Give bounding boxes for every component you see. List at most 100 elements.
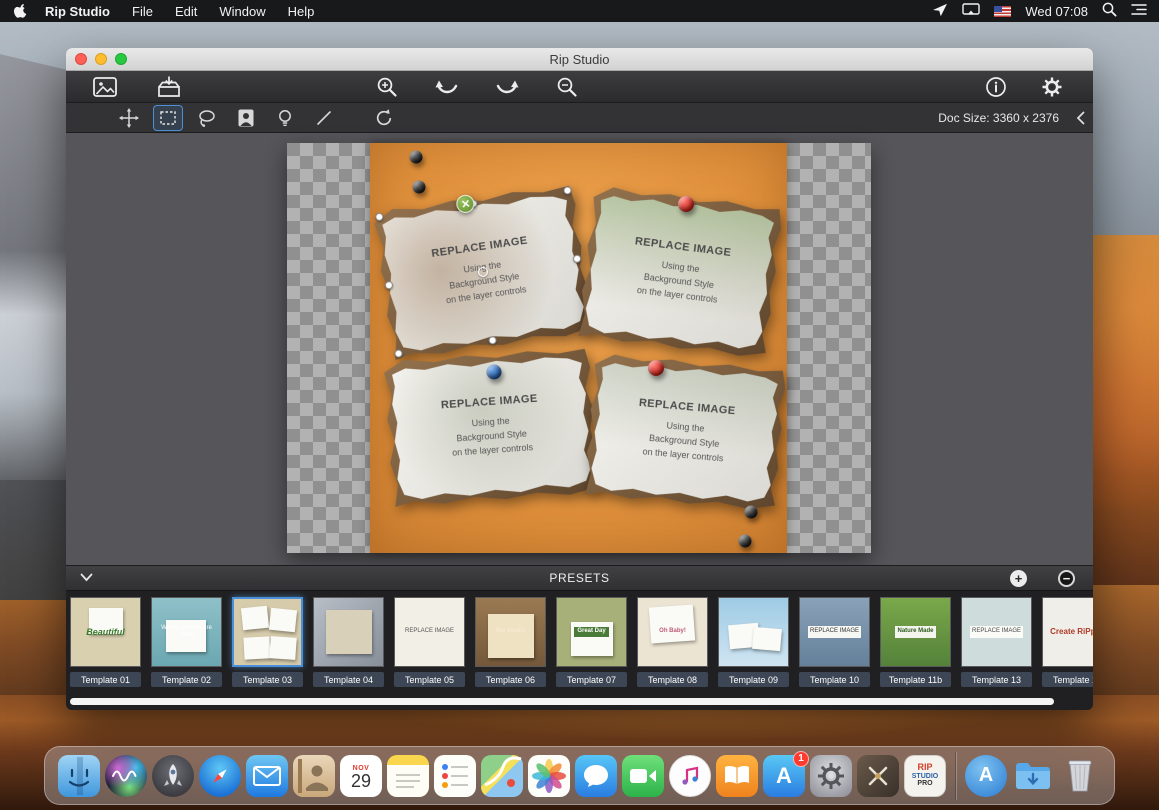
- location-arrow-icon[interactable]: [932, 3, 948, 20]
- settings-gear-icon[interactable]: [1035, 73, 1069, 101]
- template-item-13[interactable]: REPLACE IMAGE Template 13: [961, 597, 1032, 687]
- template-thumbnail[interactable]: Great Day: [556, 597, 627, 667]
- siri-icon[interactable]: [105, 755, 147, 797]
- info-icon[interactable]: [979, 73, 1013, 101]
- line-tool-icon[interactable]: [309, 105, 339, 131]
- facetime-icon[interactable]: [622, 755, 664, 797]
- zoom-in-icon[interactable]: [370, 73, 404, 101]
- photo-card-2[interactable]: REPLACE IMAGE Using the Background Style…: [583, 192, 777, 353]
- template-item-07[interactable]: Great Day Template 07: [556, 597, 627, 687]
- menubar-clock[interactable]: Wed 07:08: [1025, 4, 1088, 19]
- rip-label-3: PRO: [917, 780, 932, 787]
- window-titlebar[interactable]: Rip Studio: [66, 48, 1093, 71]
- template-item-04[interactable]: Template 04: [313, 597, 384, 687]
- messages-icon[interactable]: [575, 755, 617, 797]
- zoom-out-icon[interactable]: [550, 73, 584, 101]
- red-pin[interactable]: [678, 196, 694, 212]
- template-item-11b[interactable]: Nature Made Template 11b: [880, 597, 951, 687]
- launchpad-icon[interactable]: [152, 755, 194, 797]
- template-thumbnail[interactable]: Nature Made: [880, 597, 951, 667]
- template-item-14[interactable]: Create RiPped Template 14: [1042, 597, 1093, 687]
- notes-icon[interactable]: [387, 755, 429, 797]
- menu-window[interactable]: Window: [219, 4, 265, 19]
- template-item-06[interactable]: Rip Studio Template 06: [475, 597, 546, 687]
- black-pin[interactable]: [413, 181, 426, 194]
- safari-icon[interactable]: [199, 755, 241, 797]
- app-store-icon[interactable]: A 1: [763, 755, 805, 797]
- template-thumbnail[interactable]: REPLACE IMAGE: [394, 597, 465, 667]
- template-thumbnail[interactable]: Oh Baby!: [637, 597, 708, 667]
- template-thumbnail[interactable]: Create RiPped: [1042, 597, 1093, 667]
- template-thumbnail[interactable]: [313, 597, 384, 667]
- torn-paper[interactable]: REPLACE IMAGE Using the Background Style…: [583, 192, 777, 353]
- rotate-tool-icon[interactable]: [369, 105, 399, 131]
- template-thumbnail[interactable]: [718, 597, 789, 667]
- downloads-folder-icon[interactable]: [1012, 755, 1054, 797]
- black-pin[interactable]: [739, 535, 752, 548]
- apple-menu-icon[interactable]: [14, 4, 27, 19]
- light-tool-icon[interactable]: [270, 105, 300, 131]
- remove-preset-button[interactable]: −: [1058, 570, 1075, 587]
- template-thumbnail[interactable]: [232, 597, 303, 667]
- system-preferences-icon[interactable]: [810, 755, 852, 797]
- books-icon[interactable]: [716, 755, 758, 797]
- photo-card-4[interactable]: REPLACE IMAGE Using the Background Style…: [590, 359, 781, 504]
- notification-center-icon[interactable]: [1131, 3, 1147, 19]
- template-item-08[interactable]: Oh Baby! Template 08: [637, 597, 708, 687]
- template-item-09[interactable]: Template 09: [718, 597, 789, 687]
- black-pin[interactable]: [410, 151, 423, 164]
- template-item-10[interactable]: REPLACE IMAGE Template 10: [799, 597, 870, 687]
- template-scrollbar-track[interactable]: [70, 698, 1086, 706]
- us-flag-icon[interactable]: [994, 6, 1011, 17]
- reminders-icon[interactable]: [434, 755, 476, 797]
- canvas-area[interactable]: REPLACE IMAGE Using the Background Style…: [66, 133, 1093, 565]
- mask-tool-icon[interactable]: [231, 105, 261, 131]
- menu-help[interactable]: Help: [288, 4, 315, 19]
- spotlight-search-icon[interactable]: [1102, 2, 1117, 20]
- add-preset-button[interactable]: +: [1010, 570, 1027, 587]
- finder-icon[interactable]: [58, 755, 100, 797]
- template-item-05[interactable]: REPLACE IMAGE Template 05: [394, 597, 465, 687]
- template-thumbnail[interactable]: REPLACE IMAGE: [961, 597, 1032, 667]
- rect-select-tool-icon[interactable]: [153, 105, 183, 131]
- template-thumbnail[interactable]: Where Dreams are Made: [151, 597, 222, 667]
- document[interactable]: REPLACE IMAGE Using the Background Style…: [287, 143, 871, 553]
- template-item-02[interactable]: Where Dreams are Made Template 02: [151, 597, 222, 687]
- maps-icon[interactable]: [481, 755, 523, 797]
- redo-icon[interactable]: [490, 73, 524, 101]
- red-pin[interactable]: [648, 360, 664, 376]
- photo-card-1-selected[interactable]: REPLACE IMAGE Using the Background Style…: [379, 190, 586, 353]
- move-tool-icon[interactable]: [114, 105, 144, 131]
- template-thumbnail[interactable]: Beautiful: [70, 597, 141, 667]
- template-thumbnail[interactable]: Rip Studio: [475, 597, 546, 667]
- import-icon[interactable]: [152, 73, 186, 101]
- template-strip: Beautiful Template 01 Where Dreams are M…: [66, 591, 1093, 710]
- display-mirroring-icon[interactable]: [962, 3, 980, 19]
- template-thumbnail[interactable]: REPLACE IMAGE: [799, 597, 870, 667]
- blue-pin[interactable]: [487, 365, 502, 380]
- calendar-icon[interactable]: NOV 29: [340, 755, 382, 797]
- thumb-text: REPLACE IMAGE: [970, 626, 1023, 637]
- menu-edit[interactable]: Edit: [175, 4, 197, 19]
- itunes-icon[interactable]: [669, 755, 711, 797]
- menubar-app-name[interactable]: Rip Studio: [45, 4, 110, 19]
- trash-icon[interactable]: [1059, 755, 1101, 797]
- utility-app-icon[interactable]: [857, 755, 899, 797]
- black-pin[interactable]: [745, 506, 758, 519]
- collapse-panel-chevron[interactable]: [1069, 105, 1091, 131]
- contacts-icon[interactable]: [293, 755, 335, 797]
- rip-studio-pro-icon[interactable]: RIP STUDIO PRO: [904, 755, 946, 797]
- app-store-circle-icon[interactable]: A: [965, 755, 1007, 797]
- image-icon[interactable]: [88, 73, 122, 101]
- template-item-01[interactable]: Beautiful Template 01: [70, 597, 141, 687]
- photos-icon[interactable]: [528, 755, 570, 797]
- template-label: Template 01: [70, 672, 141, 687]
- template-item-03-selected[interactable]: Template 03: [232, 597, 303, 687]
- template-label: Template 13: [961, 672, 1032, 687]
- undo-icon[interactable]: [430, 73, 464, 101]
- torn-paper[interactable]: REPLACE IMAGE Using the Background Style…: [590, 359, 781, 504]
- template-scrollbar-thumb[interactable]: [70, 698, 1054, 705]
- mail-icon[interactable]: [246, 755, 288, 797]
- menu-file[interactable]: File: [132, 4, 153, 19]
- lasso-tool-icon[interactable]: [192, 105, 222, 131]
